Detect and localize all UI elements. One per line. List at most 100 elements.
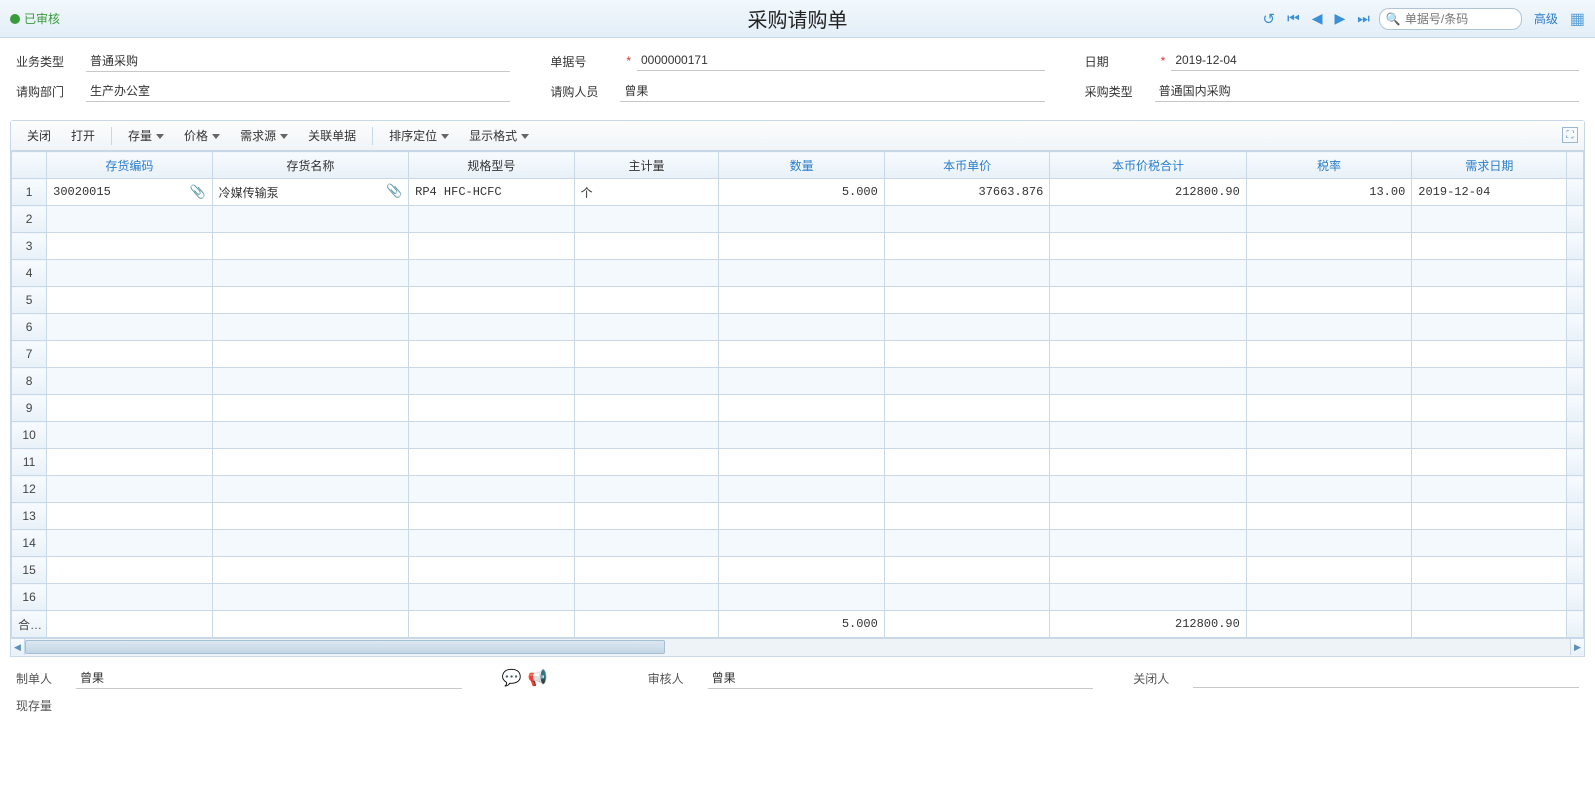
sort-button[interactable]: 排序定位 <box>381 124 457 147</box>
table-row[interactable]: 14 <box>12 530 1584 557</box>
col-name[interactable]: 存货名称 <box>212 152 409 179</box>
col-price[interactable]: 本币单价 <box>884 152 1049 179</box>
required-mark: * <box>1161 54 1166 68</box>
comment-icon[interactable]: 💬 <box>502 668 522 688</box>
person-label: 请购人员 <box>550 83 620 100</box>
last-icon[interactable]: ⏭ <box>1354 8 1373 29</box>
row-num[interactable]: 15 <box>12 557 47 584</box>
announcement-icon[interactable]: 📢 <box>528 668 548 688</box>
expand-icon[interactable]: ⛶ <box>1562 127 1578 143</box>
table-row[interactable]: 5 <box>12 287 1584 314</box>
display-button[interactable]: 显示格式 <box>461 124 537 147</box>
cell-tax[interactable]: 13.00 <box>1246 179 1411 206</box>
table-row[interactable]: 11 <box>12 449 1584 476</box>
horizontal-scrollbar[interactable]: ◀ ▶ <box>10 639 1585 657</box>
row-num[interactable]: 8 <box>12 368 47 395</box>
scroll-thumb[interactable] <box>25 640 665 654</box>
date-label: 日期 <box>1085 53 1155 70</box>
purchase-type-label: 采购类型 <box>1085 83 1155 100</box>
col-qty[interactable]: 数量 <box>719 152 884 179</box>
row-num[interactable]: 1 <box>12 179 47 206</box>
row-num[interactable]: 14 <box>12 530 47 557</box>
col-spec[interactable]: 规格型号 <box>409 152 574 179</box>
calendar-icon[interactable]: ▦ <box>1570 9 1585 29</box>
table-row[interactable]: 9 <box>12 395 1584 422</box>
row-num[interactable]: 3 <box>12 233 47 260</box>
status-dot-icon <box>10 14 20 24</box>
demand-button[interactable]: 需求源 <box>232 124 296 147</box>
row-num[interactable]: 16 <box>12 584 47 611</box>
table-row[interactable]: 15 <box>12 557 1584 584</box>
scroll-right-icon[interactable]: ▶ <box>1570 639 1584 655</box>
caret-down-icon <box>280 134 288 139</box>
person-value[interactable]: 曾果 <box>620 80 1044 102</box>
table-row[interactable]: 8 <box>12 368 1584 395</box>
table-row[interactable]: 13 <box>12 503 1584 530</box>
table-row[interactable]: 2 <box>12 206 1584 233</box>
cell-name[interactable]: 冷媒传输泵📎 <box>212 179 409 206</box>
col-amount[interactable]: 本币价税合计 <box>1050 152 1247 179</box>
data-grid: 存货编码 存货名称 规格型号 主计量 数量 本币单价 本币价税合计 税率 需求日… <box>11 151 1584 638</box>
col-reqdate[interactable]: 需求日期 <box>1412 152 1567 179</box>
table-row[interactable]: 4 <box>12 260 1584 287</box>
refresh-icon[interactable]: ↺ <box>1260 8 1279 30</box>
next-icon[interactable]: ▶ <box>1332 8 1349 29</box>
date-value[interactable]: 2019-12-04 <box>1171 51 1579 71</box>
col-tax[interactable]: 税率 <box>1246 152 1411 179</box>
table-row[interactable]: 6 <box>12 314 1584 341</box>
table-row[interactable]: 12 <box>12 476 1584 503</box>
row-num[interactable]: 4 <box>12 260 47 287</box>
first-icon[interactable]: ⏮ <box>1284 8 1303 29</box>
row-num[interactable]: 9 <box>12 395 47 422</box>
totals-row: 合计 5.000 212800.90 <box>12 611 1584 638</box>
row-num[interactable]: 13 <box>12 503 47 530</box>
field-date: 日期 * 2019-12-04 <box>1085 50 1579 72</box>
attachment-icon[interactable]: 📎 <box>386 184 402 199</box>
row-num[interactable]: 2 <box>12 206 47 233</box>
cell-qty[interactable]: 5.000 <box>719 179 884 206</box>
cell-price[interactable]: 37663.876 <box>884 179 1049 206</box>
cell-spec[interactable]: RP4 HFC-HCFC <box>409 179 574 206</box>
business-type-value[interactable]: 普通采购 <box>86 50 510 72</box>
field-dept: 请购部门 生产办公室 <box>16 80 510 102</box>
row-num[interactable]: 12 <box>12 476 47 503</box>
field-doc-no: 单据号 * 0000000171 <box>550 50 1044 72</box>
table-row[interactable]: 7 <box>12 341 1584 368</box>
scroll-left-icon[interactable]: ◀ <box>11 639 25 655</box>
attachment-icon[interactable]: 📎 <box>189 185 205 200</box>
table-row[interactable]: 16 <box>12 584 1584 611</box>
row-num[interactable]: 11 <box>12 449 47 476</box>
purchase-type-value[interactable]: 普通国内采购 <box>1155 80 1579 102</box>
doc-no-value[interactable]: 0000000171 <box>637 51 1045 71</box>
close-button[interactable]: 关闭 <box>19 124 59 147</box>
row-num[interactable]: 7 <box>12 341 47 368</box>
status-text: 已审核 <box>24 10 60 27</box>
open-button[interactable]: 打开 <box>63 124 103 147</box>
dept-value[interactable]: 生产办公室 <box>86 80 510 102</box>
table-row[interactable]: 130020015📎冷媒传输泵📎RP4 HFC-HCFC个5.00037663.… <box>12 179 1584 206</box>
cell-code[interactable]: 30020015📎 <box>47 179 212 206</box>
scroll-corner <box>1567 152 1584 179</box>
stock-button[interactable]: 存量 <box>120 124 172 147</box>
row-num[interactable]: 5 <box>12 287 47 314</box>
row-num[interactable]: 10 <box>12 422 47 449</box>
table-toolbar: 关闭 打开 存量 价格 需求源 关联单据 排序定位 显示格式 ⛶ <box>11 121 1584 151</box>
search-input[interactable] <box>1405 12 1515 26</box>
price-button[interactable]: 价格 <box>176 124 228 147</box>
row-num[interactable]: 6 <box>12 314 47 341</box>
col-code[interactable]: 存货编码 <box>47 152 212 179</box>
field-stock: 现存量 <box>16 697 76 714</box>
col-rownum[interactable] <box>12 152 47 179</box>
search-wrap[interactable]: 🔍 <box>1379 8 1522 30</box>
cell-uom[interactable]: 个 <box>574 179 719 206</box>
prev-icon[interactable]: ◀ <box>1309 8 1326 29</box>
col-uom[interactable]: 主计量 <box>574 152 719 179</box>
cell-reqdate[interactable]: 2019-12-04 <box>1412 179 1567 206</box>
form-area: 业务类型 普通采购 单据号 * 0000000171 日期 * 2019-12-… <box>0 38 1595 116</box>
table-row[interactable]: 10 <box>12 422 1584 449</box>
creator-value: 曾果 <box>76 667 462 689</box>
table-row[interactable]: 3 <box>12 233 1584 260</box>
advanced-link[interactable]: 高级 <box>1534 10 1558 27</box>
cell-amount[interactable]: 212800.90 <box>1050 179 1247 206</box>
related-button[interactable]: 关联单据 <box>300 124 364 147</box>
